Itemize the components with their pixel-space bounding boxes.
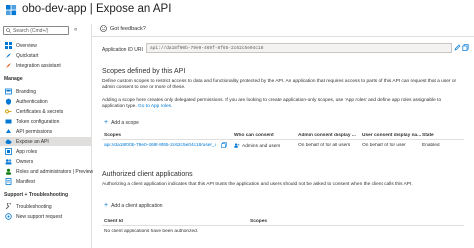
- state-value: Enabled: [422, 143, 440, 148]
- column-scopes[interactable]: Scopes: [104, 133, 121, 138]
- sidebar-item-expose-an-api[interactable]: Expose an API: [0, 137, 91, 146]
- column-state[interactable]: State: [422, 133, 434, 138]
- table-row[interactable]: api://da18f00b-79e0-469f-8f65-2c62c5e04c…: [102, 141, 464, 150]
- sidebar-item-manifest[interactable]: Manifest: [0, 177, 91, 186]
- user-consent-display-value: On behalf of for user: [362, 143, 406, 148]
- sidebar-item-app-roles[interactable]: App roles: [0, 147, 91, 156]
- admin-icon: [4, 168, 12, 175]
- scopes-note: Adding a scope here creates only delegat…: [102, 98, 442, 109]
- sidebar-section-support: Support + Troubleshooting: [4, 192, 69, 198]
- authorized-clients-description: Authorizing a client application indicat…: [102, 182, 413, 187]
- plus-icon: +: [104, 202, 109, 209]
- plus-icon: +: [104, 119, 109, 126]
- copy-icon[interactable]: [221, 142, 227, 148]
- wrench-icon: [4, 203, 12, 210]
- sidebar-item-branding[interactable]: Branding: [0, 87, 91, 96]
- roles-icon: [4, 148, 12, 155]
- empty-state-row: No client applications have been authori…: [102, 227, 464, 236]
- search-input[interactable]: Search (Cmd+/): [3, 26, 69, 35]
- sidebar-item-quickstart[interactable]: Quickstart: [0, 51, 91, 60]
- toolbar-divider: [92, 36, 474, 37]
- go-to-app-roles-link[interactable]: Go to App roles.: [138, 104, 172, 109]
- empty-state-text: No client applications have been authori…: [104, 229, 199, 234]
- manifest-icon: [4, 178, 12, 185]
- rocket-icon: [4, 62, 12, 69]
- sidebar-item-roles-admins[interactable]: Roles and administrators | Preview: [0, 167, 93, 176]
- sidebar-item-authentication[interactable]: Authentication: [0, 97, 91, 106]
- sidebar-item-certificates[interactable]: Certificates & secrets: [0, 107, 91, 116]
- sidebar-item-integration-assistant[interactable]: Integration assistant: [0, 61, 91, 70]
- auth-icon: [4, 98, 12, 105]
- search-icon: [6, 28, 11, 33]
- add-scope-button[interactable]: + Add a scope: [104, 119, 139, 126]
- support-icon: [4, 213, 12, 220]
- application-id-uri-label: Application ID URI: [102, 47, 143, 53]
- owners-icon: [4, 158, 12, 165]
- page-title: obo-dev-app | Expose an API: [22, 3, 172, 15]
- authorized-clients-heading: Authorized client applications: [102, 171, 193, 178]
- column-client-scopes[interactable]: Scopes: [250, 219, 267, 224]
- grid-icon: [4, 42, 12, 49]
- column-who-can-consent[interactable]: Who can consent: [234, 133, 274, 138]
- scopes-table-header: Scopes Who can consent Admin consent dis…: [102, 131, 464, 140]
- add-client-application-button[interactable]: + Add a client application: [104, 202, 163, 209]
- app-registration-icon: [6, 5, 17, 16]
- collapse-sidebar-button[interactable]: «: [74, 27, 77, 33]
- users-icon: [234, 143, 240, 148]
- main-content: Got feedback? Application ID URI api://d…: [92, 22, 474, 248]
- feedback-button[interactable]: Got feedback?: [100, 25, 146, 32]
- search-placeholder: Search (Cmd+/): [13, 28, 49, 34]
- sidebar-item-token-configuration[interactable]: Token configuration: [0, 117, 91, 126]
- branding-icon: [4, 88, 12, 95]
- client-table-header: Client Id Scopes: [102, 217, 464, 226]
- permissions-icon: [4, 128, 12, 135]
- smiley-icon: [100, 25, 107, 32]
- sidebar: Search (Cmd+/) « Overview Quickstart Int…: [0, 24, 93, 248]
- scopes-heading: Scopes defined by this API: [102, 68, 186, 75]
- feedback-label: Got feedback?: [110, 25, 146, 32]
- scope-uri-link[interactable]: api://da18f00b-79e0-469f-8f65-2c62c5e04c…: [104, 143, 216, 148]
- rocket-icon: [4, 52, 12, 59]
- column-admin-consent-display[interactable]: Admin consent display ...: [298, 133, 356, 138]
- cloud-icon: [4, 138, 12, 145]
- edit-icon[interactable]: [454, 44, 461, 51]
- sidebar-item-api-permissions[interactable]: API permissions: [0, 127, 91, 136]
- admin-consent-display-value: On behalf of for all users: [298, 143, 351, 148]
- sidebar-item-owners[interactable]: Owners: [0, 157, 91, 166]
- title-bar: obo-dev-app | Expose an API: [0, 0, 474, 22]
- scopes-description: Define custom scopes to restrict access …: [102, 79, 457, 90]
- sidebar-item-troubleshooting[interactable]: Troubleshooting: [0, 202, 91, 211]
- sidebar-item-new-support-request[interactable]: New support request: [0, 212, 91, 221]
- key-icon: [4, 108, 12, 115]
- who-can-consent-value: Admins and users: [234, 143, 280, 149]
- column-user-consent-display[interactable]: User consent display na...: [362, 133, 421, 138]
- application-id-uri-field[interactable]: api://da18f00b-79e0-469f-8f65-2c62c5e04c…: [146, 43, 452, 53]
- token-icon: [4, 118, 12, 125]
- copy-icon[interactable]: [462, 44, 469, 51]
- sidebar-section-manage: Manage: [4, 76, 23, 82]
- sidebar-item-overview[interactable]: Overview: [0, 41, 91, 50]
- column-client-id[interactable]: Client Id: [104, 219, 123, 224]
